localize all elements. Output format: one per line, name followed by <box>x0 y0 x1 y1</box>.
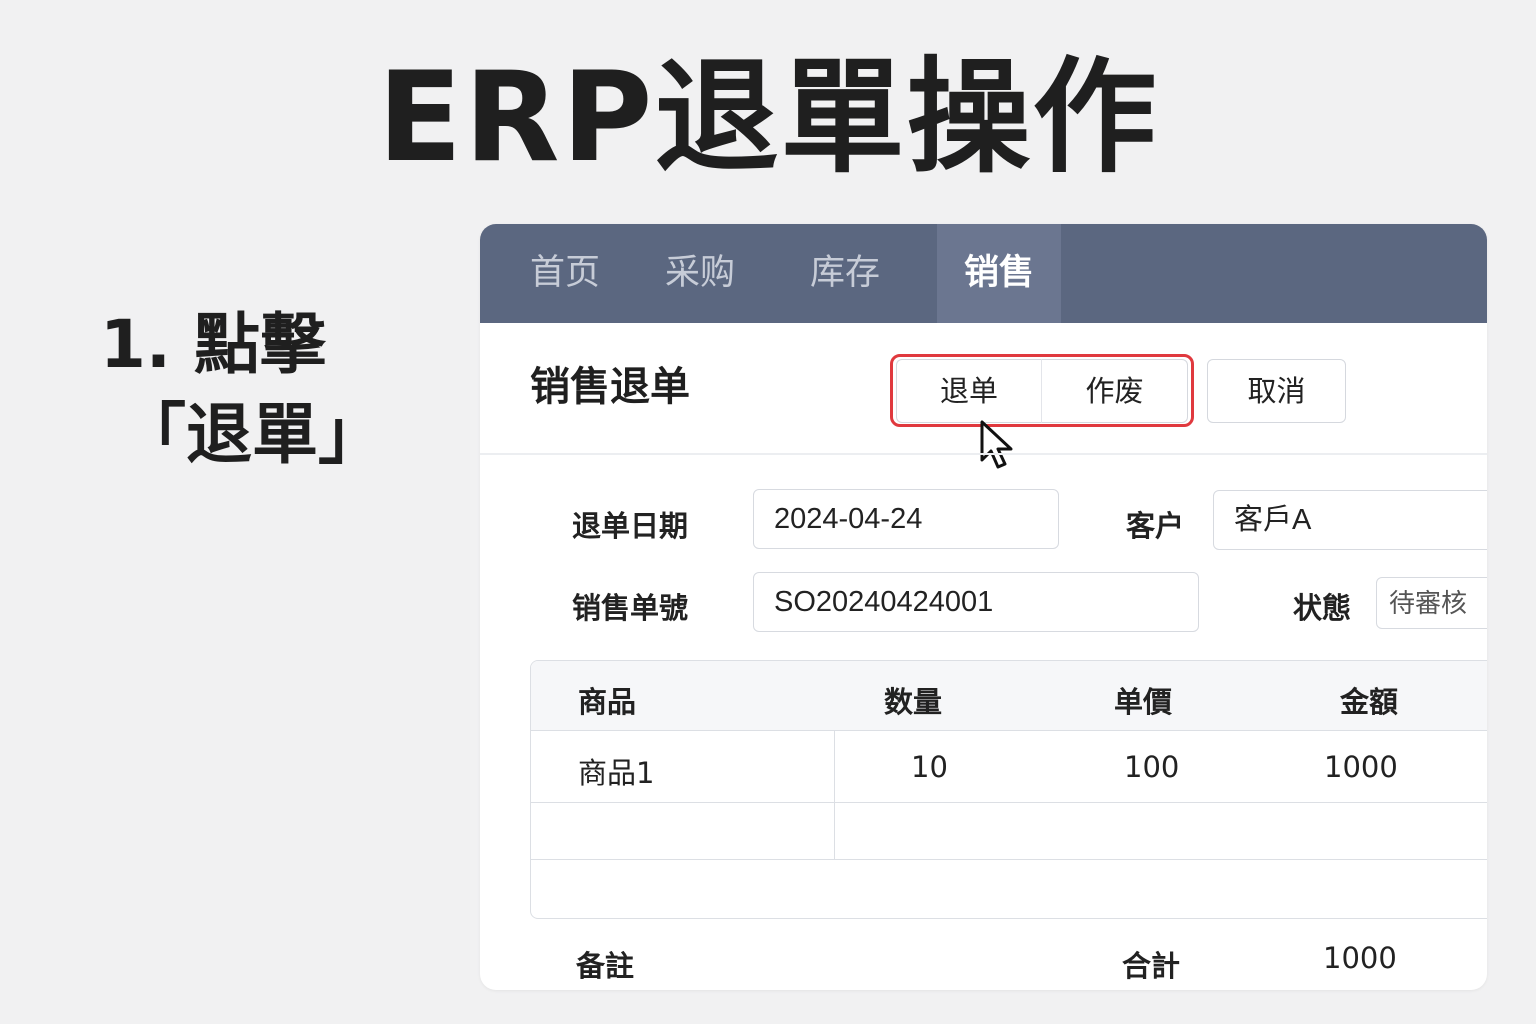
mouse-pointer-icon <box>980 420 1013 469</box>
header-divider <box>480 453 1487 455</box>
column-header-unit-price: 单價 <box>1114 685 1173 719</box>
table-cell-quantity[interactable]: 10 <box>911 750 948 784</box>
step-instruction-line2: 「退單」 <box>120 396 384 473</box>
items-table: 商品 数量 单價 金額 商品1 10 100 1000 <box>530 660 1487 919</box>
table-cell-amount[interactable]: 1000 <box>1324 750 1398 784</box>
return-date-field[interactable]: 2024-04-24 <box>753 489 1059 549</box>
top-nav-bar: 首页 采购 库存 销售 <box>480 224 1487 323</box>
sales-order-field[interactable]: SO20240424001 <box>753 572 1199 632</box>
column-header-product: 商品 <box>578 685 637 719</box>
nav-tab-home[interactable]: 首页 <box>510 224 620 323</box>
column-header-amount: 金額 <box>1340 685 1399 719</box>
table-column-divider <box>834 730 835 860</box>
table-row-divider <box>531 859 1487 860</box>
return-date-label: 退单日期 <box>572 509 689 543</box>
customer-label: 客户 <box>1126 509 1185 543</box>
nav-tab-inventory[interactable]: 库存 <box>790 224 900 323</box>
erp-window: 首页 采购 库存 销售 销售退单 退单 作废 取消 退单日期 2024-04-2… <box>480 224 1487 990</box>
customer-field[interactable]: 客戶A <box>1213 490 1487 550</box>
nav-tab-sales[interactable]: 销售 <box>937 224 1061 323</box>
sales-order-label: 销售单號 <box>572 591 689 625</box>
nav-tab-purchase[interactable]: 采购 <box>645 224 755 323</box>
table-row-divider <box>531 802 1487 803</box>
remark-label: 备註 <box>576 949 635 983</box>
status-field[interactable]: 待審核 <box>1376 577 1487 629</box>
page-title: ERP退單操作 <box>377 46 1159 190</box>
cancel-button[interactable]: 取消 <box>1207 359 1346 423</box>
form-title: 销售退单 <box>530 364 690 410</box>
total-value: 1000 <box>1323 941 1397 975</box>
step-instruction-line1: 1. 點擊 <box>100 306 326 383</box>
step-instruction: 1. 點擊 「退單」 <box>100 300 400 480</box>
table-cell-unit-price[interactable]: 100 <box>1124 750 1179 784</box>
status-label: 状態 <box>1293 591 1352 625</box>
total-label: 合計 <box>1122 949 1181 983</box>
highlight-box <box>890 354 1194 427</box>
column-header-quantity: 数量 <box>884 685 943 719</box>
table-cell-product[interactable]: 商品1 <box>578 750 654 792</box>
